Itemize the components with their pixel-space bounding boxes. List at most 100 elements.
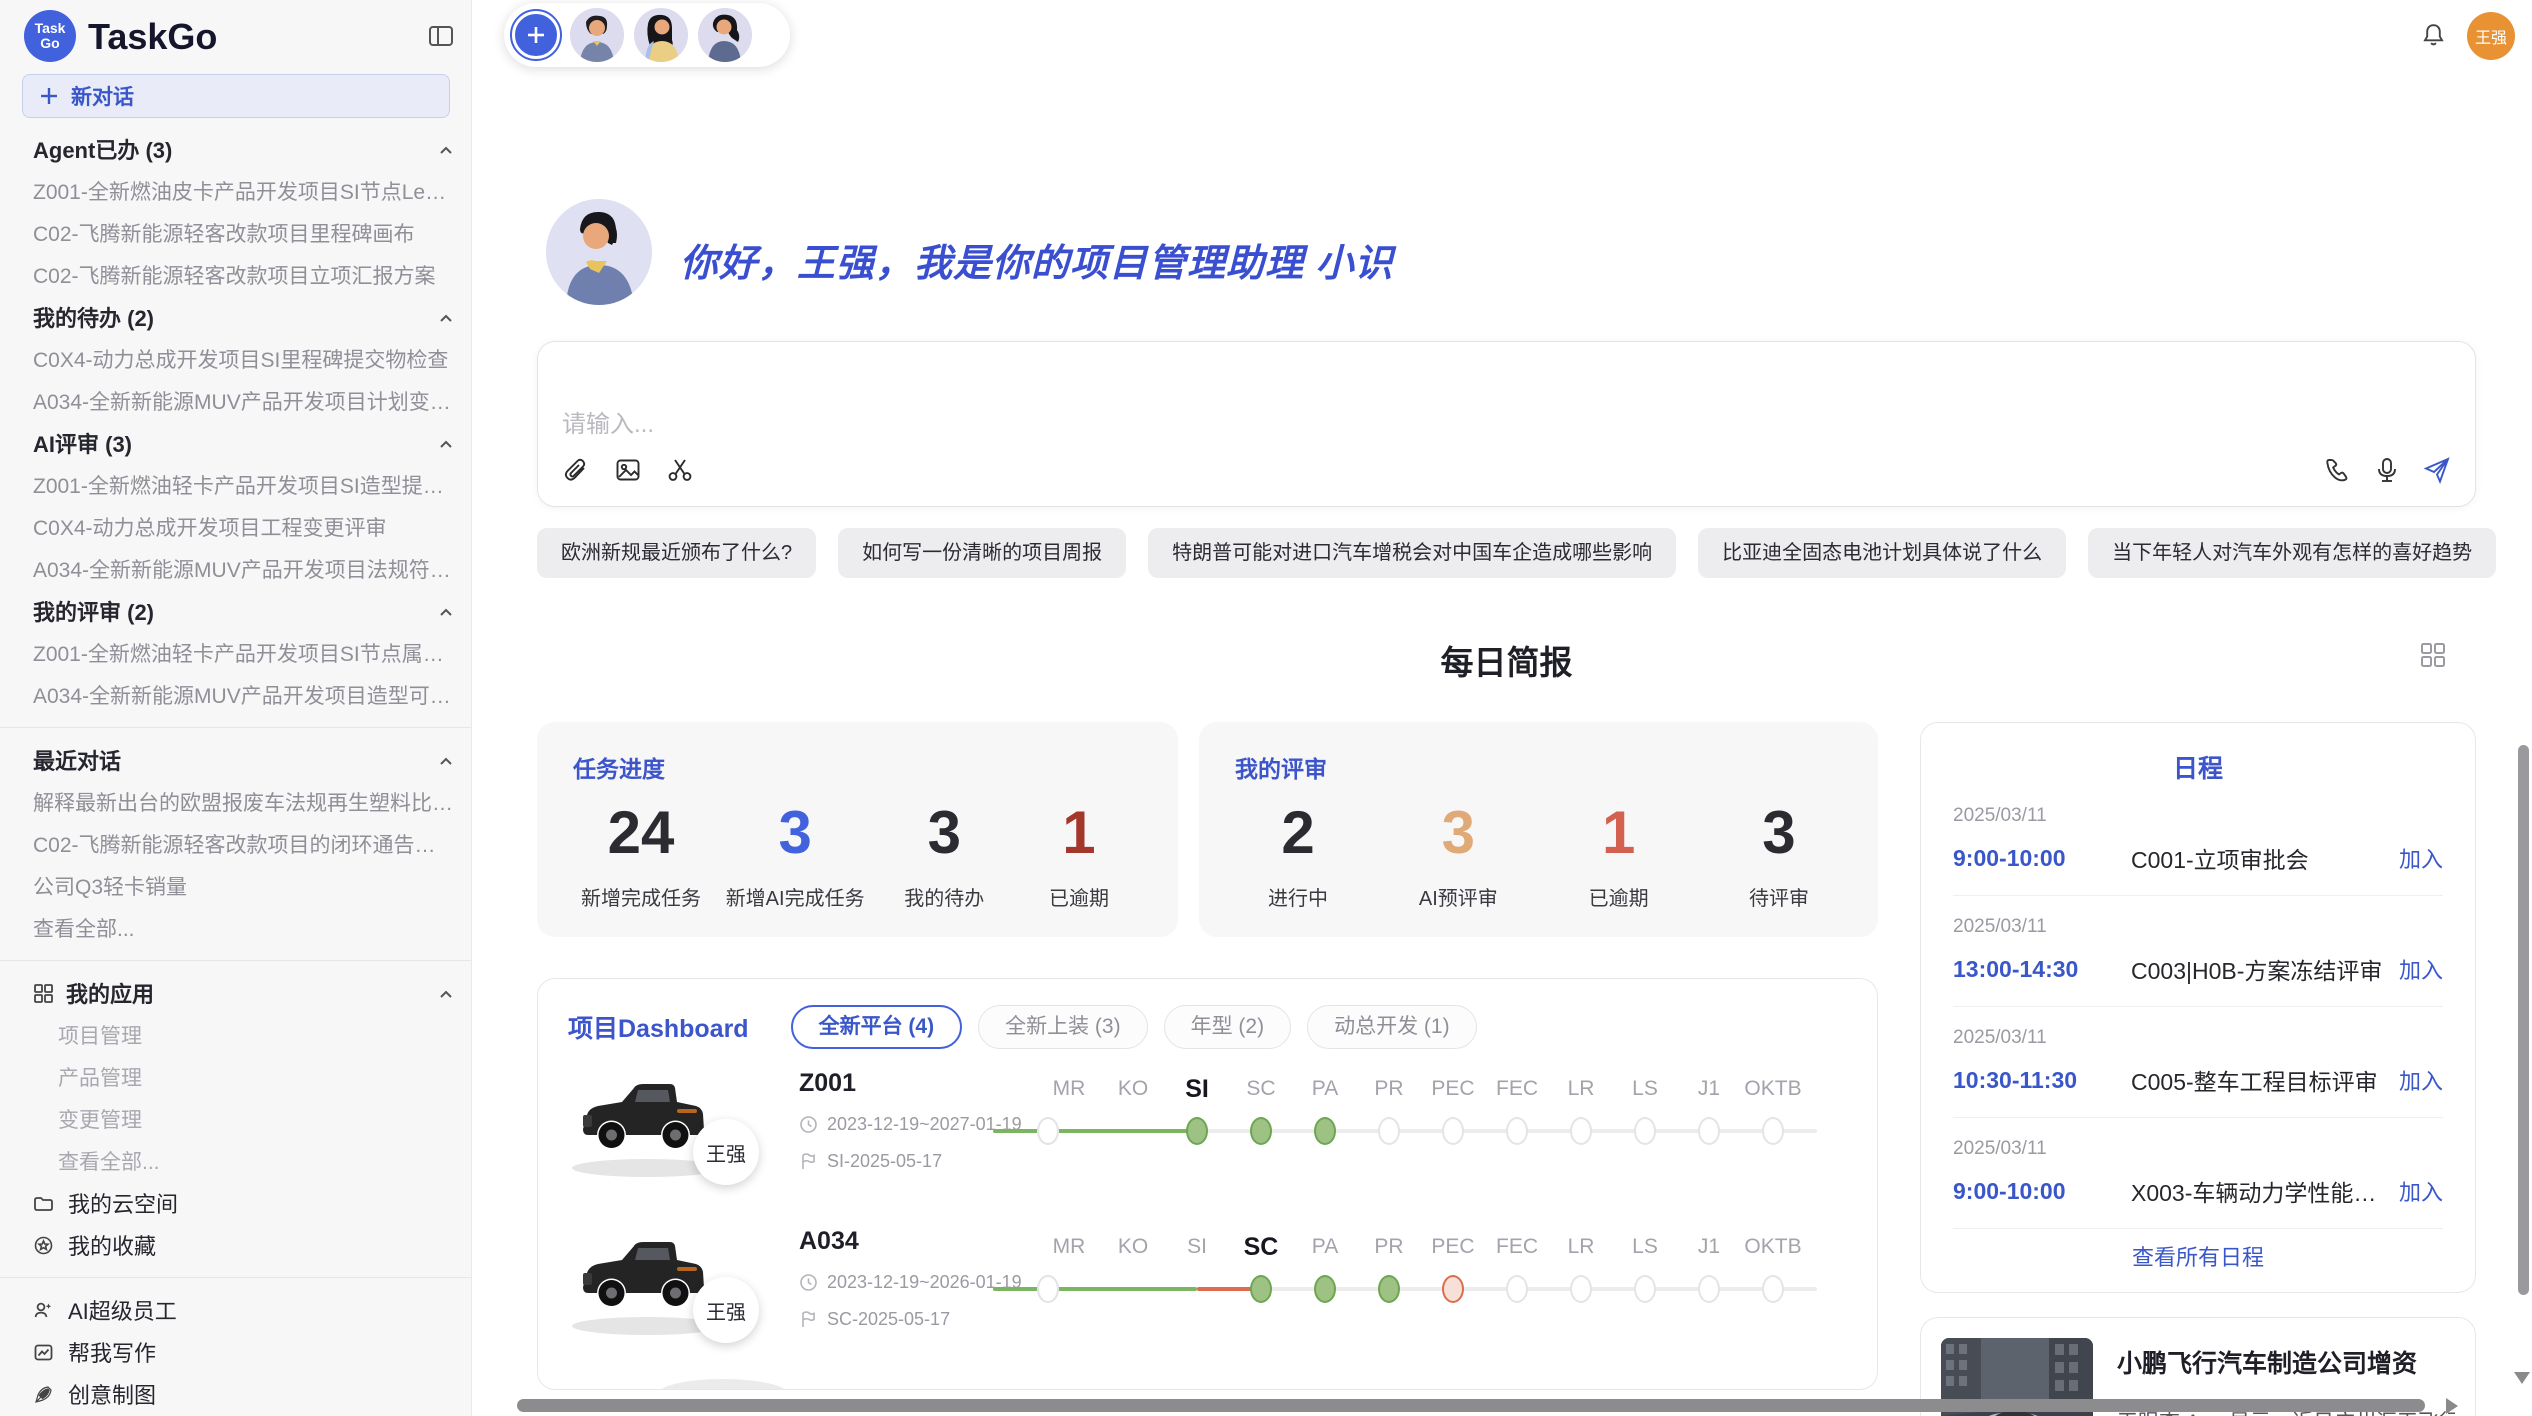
milestone-dot [1634,1275,1656,1303]
list-item[interactable]: C02-飞腾新能源轻客改款项目的闭环通告反馈情况 [0,823,471,865]
stat-ai-pre-review: 3 AI预评审 [1403,800,1513,911]
add-session-button[interactable] [512,11,560,59]
sidebar-item-ai-super-staff[interactable]: AI超级员工 [0,1289,471,1331]
section-header-my-todo[interactable]: 我的待办 (2) [0,296,471,338]
section-header-my-apps[interactable]: 我的应用 [0,972,471,1014]
scroll-down-arrow[interactable] [2514,1372,2530,1384]
app-item-change-mgmt[interactable]: 变更管理 [0,1098,471,1140]
join-link[interactable]: 加入 [2399,953,2443,985]
card-title: 任务进度 [573,750,1142,784]
notification-bell-icon[interactable] [2420,22,2447,49]
voice-call-icon[interactable] [2323,456,2351,484]
chevron-up-icon[interactable] [437,434,455,452]
app-logo: Task Go [24,10,76,62]
layout-grid-icon[interactable] [2418,640,2448,670]
list-item[interactable]: A034-全新新能源MUV产品开发项目计划变更表编写 [0,380,471,422]
view-all-chats[interactable]: 查看全部... [0,907,471,949]
new-chat-button[interactable]: 新对话 [22,74,450,118]
section-header-agent-done[interactable]: Agent已办 (3) [0,128,471,170]
schedule-date: 2025/03/11 [1953,1027,2443,1049]
list-item[interactable]: C0X4-动力总成开发项目工程变更评审 [0,506,471,548]
list-item[interactable]: C0X4-动力总成开发项目SI里程碑提交物检查 [0,338,471,380]
schedule-date: 2025/03/11 [1953,916,2443,938]
join-link[interactable]: 加入 [2399,1064,2443,1096]
list-item[interactable]: 公司Q3轻卡销量 [0,865,471,907]
clock-icon [799,1115,818,1134]
session-avatar[interactable] [698,8,752,62]
project-info: Z001 2023-12-19~2027-01-19 SI-2025-05-17 [799,1069,1049,1172]
apps-grid-icon [33,983,54,1004]
input-placeholder: 请输入... [562,404,654,439]
tab-powertrain[interactable]: 动总开发 (1) [1307,1005,1477,1049]
chevron-up-icon[interactable] [437,140,455,158]
suggestion-chip[interactable]: 欧洲新规最近颁布了什么? [537,528,816,578]
chat-input-box[interactable]: 请输入... [537,341,2476,507]
stat-new-done: 24 新增完成任务 [581,800,701,911]
news-title: 小鹏飞行汽车制造公司增资 [2117,1344,2455,1380]
list-item[interactable]: Z001-全新燃油皮卡产品开发项目SI节点Lesson Learn报告 [0,170,471,212]
app-window: Task Go TaskGo 新对话 Agent已办 (3) Z001-全新燃油… [0,0,2532,1416]
suggestion-chip[interactable]: 比亚迪全固态电池计划具体说了什么 [1698,528,2066,578]
horizontal-scrollbar[interactable] [517,1399,2425,1412]
list-item[interactable]: A034-全新新能源MUV产品开发项目造型可行性评审 [0,674,471,716]
attachment-icon[interactable] [562,456,590,484]
sidebar-item-creative-draw[interactable]: 创意制图 [0,1373,471,1415]
view-all-schedule-link[interactable]: 查看所有日程 [1953,1240,2443,1272]
schedule-event: C005-整车工程目标评审 [2131,1063,2383,1097]
suggestion-chip[interactable]: 如何写一份清晰的项目周报 [838,528,1126,578]
milestone-dot [1378,1275,1400,1303]
milestone-dot [1037,1275,1059,1303]
section-header-ai-review[interactable]: AI评审 (3) [0,422,471,464]
flag-icon [799,1310,818,1329]
assistant-avatar [546,199,652,305]
chevron-up-icon[interactable] [437,751,455,769]
suggestion-chip[interactable]: 特朗普可能对进口汽车增税会对中国车企造成哪些影响 [1148,528,1676,578]
list-item[interactable]: Z001-全新燃油轻卡产品开发项目SI节点属性5D文件评审 [0,632,471,674]
session-avatar[interactable] [570,8,624,62]
milestone-dot [1506,1275,1528,1303]
user-avatar[interactable]: 王强 [2467,12,2515,60]
sidebar: Task Go TaskGo 新对话 Agent已办 (3) Z001-全新燃油… [0,0,472,1416]
schedule-item: 2025/03/11 10:30-11:30 C005-整车工程目标评审 加入 [1953,1007,2443,1118]
project-code: A034 [799,1227,1049,1256]
sidebar-item-favorites[interactable]: 我的收藏 [0,1224,471,1266]
project-row-z001[interactable]: 王强 Z001 2023-12-19~2027-01-19 SI-2025-05… [538,1055,1877,1213]
section-header-my-review[interactable]: 我的评审 (2) [0,590,471,632]
schedule-date: 2025/03/11 [1953,1138,2443,1160]
app-item-project-mgmt[interactable]: 项目管理 [0,1014,471,1056]
vertical-scrollbar[interactable] [2518,745,2529,1295]
tab-new-body[interactable]: 全新上装 (3) [978,1005,1148,1049]
star-circle-icon [33,1235,54,1256]
daily-briefing-title: 每日简报 [537,636,2476,684]
list-item[interactable]: 解释最新出台的欧盟报废车法规再生塑料比例被调至15%... [0,781,471,823]
chevron-up-icon[interactable] [437,602,455,620]
chevron-up-icon[interactable] [437,308,455,326]
app-item-product-mgmt[interactable]: 产品管理 [0,1056,471,1098]
image-upload-icon[interactable] [614,456,642,484]
send-icon[interactable] [2423,456,2451,484]
sidebar-item-cloud-space[interactable]: 我的云空间 [0,1182,471,1224]
sidebar-item-help-me-write[interactable]: 帮我写作 [0,1331,471,1373]
session-avatar[interactable] [634,8,688,62]
view-all-apps[interactable]: 查看全部... [0,1140,471,1182]
join-link[interactable]: 加入 [2399,1175,2443,1207]
scissors-icon[interactable] [666,456,694,484]
sidebar-collapse-icon[interactable] [427,22,455,50]
chevron-up-icon[interactable] [437,984,455,1002]
logo-text-bottom: Go [40,36,59,51]
join-link[interactable]: 加入 [2399,842,2443,874]
schedule-event: C003|H0B-方案冻结评审 [2131,952,2383,986]
microphone-icon[interactable] [2373,456,2401,484]
scroll-right-arrow[interactable] [2446,1398,2458,1414]
tab-year-model[interactable]: 年型 (2) [1164,1005,1292,1049]
list-item[interactable]: C02-飞腾新能源轻客改款项目立项汇报方案 [0,254,471,296]
project-row-a034[interactable]: 王强 A034 2023-12-19~2026-01-19 SC-2025-05… [538,1213,1877,1371]
stat-new-ai-done: 3 新增AI完成任务 [726,800,865,911]
suggestion-chip[interactable]: 当下年轻人对汽车外观有怎样的喜好趋势 [2088,528,2496,578]
list-item[interactable]: A034-全新新能源MUV产品开发项目法规符合性评审 [0,548,471,590]
sidebar-nav: Agent已办 (3) Z001-全新燃油皮卡产品开发项目SI节点Lesson … [0,128,471,1415]
tab-new-platform[interactable]: 全新平台 (4) [791,1005,963,1049]
list-item[interactable]: C02-飞腾新能源轻客改款项目里程碑画布 [0,212,471,254]
section-header-recent-chats[interactable]: 最近对话 [0,739,471,781]
list-item[interactable]: Z001-全新燃油轻卡产品开发项目SI造型提交物评审 [0,464,471,506]
